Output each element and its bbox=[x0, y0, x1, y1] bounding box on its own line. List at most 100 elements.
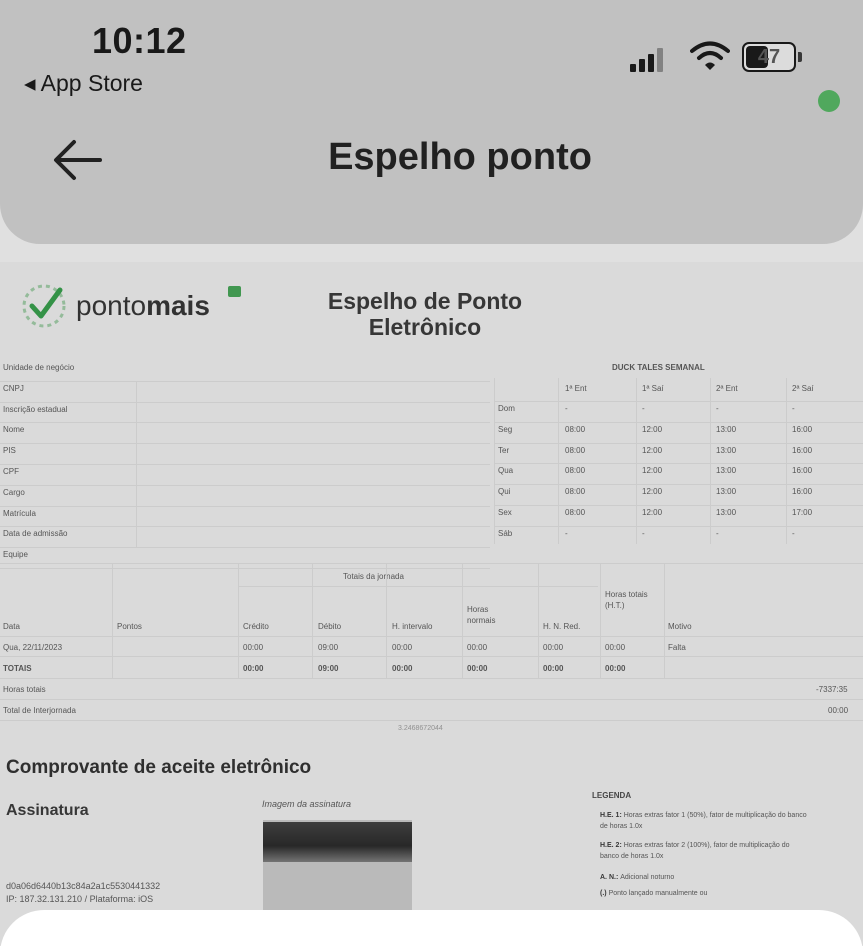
table-divider bbox=[600, 564, 601, 678]
table-divider bbox=[494, 463, 863, 465]
legend-item: (.) Ponto lançado manualmente ou bbox=[600, 888, 810, 899]
status-indicator-dot bbox=[818, 90, 840, 112]
cellular-signal-icon bbox=[630, 46, 664, 72]
table-divider bbox=[462, 564, 463, 678]
table-divider bbox=[0, 505, 490, 507]
employee-field-label: CPF bbox=[3, 467, 19, 476]
schedule-cell: 12:00 bbox=[642, 466, 663, 476]
employee-field-label: PIS bbox=[3, 446, 16, 456]
journey-column-header: H. N. Red. bbox=[543, 622, 581, 631]
schedule-column-header: 2ª Saí bbox=[792, 384, 814, 393]
legend-key: (.) bbox=[600, 890, 609, 897]
signature-hash: d0a06d6440b13c84a2a1c5530441332 IP: 187.… bbox=[6, 881, 161, 904]
journey-cell: 00:00 bbox=[467, 643, 488, 652]
status-time: 10:12 bbox=[92, 20, 187, 61]
schedule-cell: 16:00 bbox=[792, 445, 813, 455]
table-divider bbox=[538, 564, 539, 678]
journey-column-header: Motivo bbox=[668, 622, 692, 631]
schedule-cell: 16:00 bbox=[792, 466, 813, 476]
schedule-cell: - bbox=[642, 528, 645, 538]
table-divider bbox=[0, 636, 863, 637]
schedule-cell: - bbox=[565, 404, 568, 413]
journey-cell: 09:00 bbox=[318, 643, 339, 652]
schedule-cell: 13:00 bbox=[716, 424, 737, 434]
schedule-cell: - bbox=[565, 528, 568, 538]
schedule-cell: - bbox=[642, 404, 645, 413]
schedule-cell: - bbox=[792, 528, 795, 538]
schedule-day: Seg bbox=[498, 424, 513, 434]
schedule-column-header: 2ª Ent bbox=[716, 384, 738, 393]
pontomais-logo-icon bbox=[22, 284, 66, 328]
legend-title: LEGENDA bbox=[592, 791, 632, 800]
legend-item: H.E. 1: Horas extras fator 1 (50%), fato… bbox=[600, 810, 810, 832]
journey-column-header: Débito bbox=[318, 622, 342, 631]
schedule-column-header: 1ª Ent bbox=[565, 384, 587, 393]
journey-cell: Falta bbox=[668, 643, 686, 652]
journey-cell: 00:00 bbox=[543, 643, 564, 652]
schedule-cell: 08:00 bbox=[565, 466, 586, 476]
table-divider bbox=[494, 442, 863, 444]
journey-total-cell: 00:00 bbox=[392, 664, 413, 673]
schedule-cell: 13:00 bbox=[716, 508, 737, 517]
schedule-cell: 12:00 bbox=[642, 445, 663, 455]
schedule-day: Qua bbox=[498, 466, 514, 476]
table-divider bbox=[0, 484, 490, 486]
table-divider bbox=[636, 378, 637, 545]
table-divider bbox=[494, 401, 863, 402]
table-divider bbox=[136, 380, 137, 548]
bottom-sheet[interactable] bbox=[0, 910, 863, 946]
schedule-column-header: 1ª Saí bbox=[642, 384, 664, 393]
table-divider bbox=[0, 568, 490, 569]
table-divider bbox=[494, 505, 863, 506]
table-divider bbox=[0, 720, 863, 721]
journey-total-cell: 00:00 bbox=[605, 664, 626, 673]
legend-text: Adicional noturno bbox=[620, 874, 675, 881]
employee-field-label: Nome bbox=[3, 425, 25, 435]
schedule-cell: 13:00 bbox=[716, 466, 737, 476]
table-divider bbox=[786, 378, 787, 545]
journey-total-cell: 00:00 bbox=[543, 664, 564, 673]
journey-column-header: Horas normais bbox=[467, 605, 496, 625]
schedule-cell: 08:00 bbox=[565, 445, 586, 455]
employee-field-label: Unidade de negócio bbox=[3, 363, 75, 372]
wifi-icon bbox=[690, 41, 730, 70]
table-divider bbox=[494, 378, 495, 545]
schedule-day: Dom bbox=[498, 404, 515, 413]
schedule-cell: 16:00 bbox=[792, 424, 813, 434]
table-divider bbox=[0, 443, 490, 445]
table-divider bbox=[0, 699, 863, 700]
pontomais-logo: pontomais bbox=[76, 290, 210, 321]
battery-cap bbox=[798, 52, 802, 62]
schedule-title: DUCK TALES SEMANAL bbox=[612, 363, 705, 372]
table-divider bbox=[664, 564, 665, 678]
legend-item: H.E. 2: Horas extras fator 2 (100%), fat… bbox=[600, 840, 810, 862]
schedule-cell: 12:00 bbox=[642, 424, 663, 434]
acceptance-title: Comprovante de aceite eletrônico bbox=[6, 757, 312, 778]
schedule-cell: 08:00 bbox=[565, 508, 586, 517]
legend-text: Ponto lançado manualmente ou bbox=[608, 890, 708, 897]
schedule-cell: - bbox=[716, 528, 719, 538]
table-divider bbox=[0, 656, 863, 657]
table-divider bbox=[0, 401, 490, 403]
battery-icon: 47 bbox=[742, 42, 796, 72]
journey-column-header: Horas totais (H.T.) bbox=[605, 590, 648, 610]
table-divider bbox=[0, 678, 863, 679]
journey-total-cell: 00:00 bbox=[243, 664, 264, 673]
employee-field-label: Inscrição estadual bbox=[3, 404, 68, 414]
journey-column-header: Crédito bbox=[243, 622, 269, 631]
total-hours-label: Horas totais bbox=[3, 685, 46, 694]
table-divider bbox=[312, 564, 313, 678]
signature-image-label: Imagem da assinatura bbox=[262, 799, 352, 809]
legend-text: Horas extras fator 1 (50%), fator de mul… bbox=[600, 812, 807, 830]
back-to-app-store-link[interactable]: ◂ App Store bbox=[24, 70, 143, 97]
app-screen: 10:12 47 ◂ App Store Espelho ponto ponto… bbox=[0, 0, 863, 946]
schedule-cell: 16:00 bbox=[792, 487, 813, 497]
employee-field-label: Equipe bbox=[3, 550, 28, 560]
schedule-cell: 08:00 bbox=[565, 487, 586, 497]
table-divider bbox=[0, 563, 863, 564]
employee-field-label: Matrícula bbox=[3, 508, 36, 518]
table-divider bbox=[238, 564, 239, 678]
schedule-cell: 12:00 bbox=[642, 508, 663, 517]
journey-column-header: H. intervalo bbox=[392, 622, 433, 631]
journey-cell: 00:00 bbox=[243, 643, 264, 652]
